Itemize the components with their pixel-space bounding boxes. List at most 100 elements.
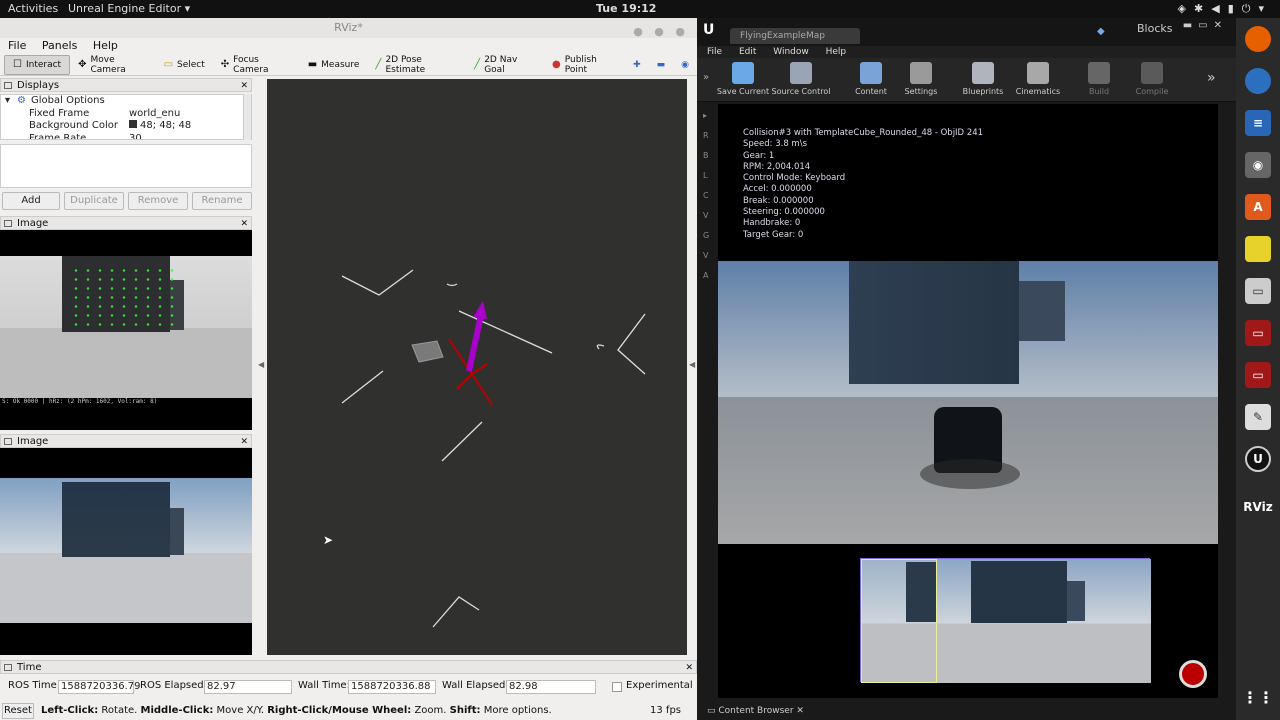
displays-tree[interactable]: ▾ ⚙ Global Options Fixed Frame world_enu … xyxy=(0,94,252,140)
panel-float-icon[interactable] xyxy=(4,438,12,445)
thunderbird-icon[interactable] xyxy=(1245,68,1271,94)
rviz-window-buttons[interactable]: ● ● ● xyxy=(633,22,689,42)
save-current-button[interactable]: Save Current xyxy=(713,60,773,100)
level-tab[interactable]: FlyingExampleMap xyxy=(730,28,860,44)
panel-float-icon[interactable] xyxy=(4,220,12,227)
close-icon[interactable]: ✕ xyxy=(240,435,248,449)
battery-icon: ▮ xyxy=(1227,2,1242,15)
image-view-1: S: Ok 0000 | hRz: (2 hPm: 1602, Vol:ram:… xyxy=(0,230,252,430)
ros-time-field[interactable]: 1588720336.79 xyxy=(58,680,141,694)
focus-camera-tool[interactable]: ✣ Focus Camera xyxy=(213,55,300,75)
tree-row-global-options[interactable]: ▾ ⚙ Global Options xyxy=(1,95,251,108)
activities-button[interactable]: Activities xyxy=(8,2,58,15)
focus-camera-icon: ✣ xyxy=(220,59,230,70)
game-scene xyxy=(718,261,1218,544)
files-icon[interactable]: ▭ xyxy=(1245,278,1271,304)
terminal-icon[interactable]: ▭ xyxy=(1245,320,1271,346)
nav-goal-tool[interactable]: ╱ 2D Nav Goal xyxy=(466,55,544,75)
show-applications-icon[interactable]: ⋮⋮ xyxy=(1242,684,1274,710)
pose-estimate-icon: ╱ xyxy=(375,59,382,70)
pose-estimate-tool[interactable]: ╱ 2D Pose Estimate xyxy=(367,55,466,75)
ue-play-viewport[interactable]: Collision#3 with TemplateCube_Rounded_48… xyxy=(718,104,1218,698)
writer-icon[interactable]: ≡ xyxy=(1245,110,1271,136)
app-menu[interactable]: Unreal Engine Editor ▾ xyxy=(68,2,190,15)
close-icon[interactable]: ✕ xyxy=(240,217,248,231)
subwindow-camera-views xyxy=(860,558,1151,683)
content-browser-tab[interactable]: ▭ Content Browser ✕ xyxy=(707,702,804,720)
panel-float-icon[interactable] xyxy=(4,664,12,671)
build-button[interactable]: Build xyxy=(1069,60,1129,100)
modes-expand-icon[interactable]: » xyxy=(703,72,709,83)
content-browser-icon: ▭ xyxy=(707,706,716,716)
tree-row-background-color[interactable]: Background Color 48; 48; 48 xyxy=(1,120,251,133)
right-splitter-handle[interactable]: ◀ xyxy=(689,360,695,370)
ros-elapsed-field[interactable]: 82.97 xyxy=(204,680,292,694)
system-top-bar: Activities Unreal Engine Editor ▾ Tue 19… xyxy=(0,0,1280,18)
wall-elapsed-field[interactable]: 82.98 xyxy=(506,680,596,694)
close-icon[interactable]: ✕ xyxy=(685,661,693,675)
duplicate-display-button[interactable]: Duplicate xyxy=(64,192,124,210)
system-tray[interactable]: ◈✱◀▮⏻▾ xyxy=(1178,2,1272,16)
terminal-icon[interactable]: ▭ xyxy=(1245,362,1271,388)
speaker-icon[interactable]: ◉ xyxy=(1245,152,1271,178)
menu-help[interactable]: Help xyxy=(93,39,118,52)
notes-icon[interactable] xyxy=(1245,236,1271,262)
rviz-3d-viewport[interactable]: ➤ xyxy=(267,79,687,655)
source-control-status-icon[interactable]: ◆ xyxy=(1097,26,1105,37)
rename-display-button[interactable]: Rename xyxy=(192,192,252,210)
add-display-button[interactable]: Add xyxy=(2,192,60,210)
expand-arrow-icon[interactable]: ▾ xyxy=(5,95,10,108)
options-icon: ◉ xyxy=(681,59,690,70)
background-color-value[interactable]: 48; 48; 48 xyxy=(129,120,191,133)
left-splitter-handle[interactable]: ◀ xyxy=(258,360,264,370)
clock[interactable]: Tue 19:12 xyxy=(596,2,656,15)
close-icon[interactable]: ✕ xyxy=(240,79,248,93)
rviz-icon[interactable]: RViz xyxy=(1243,494,1272,520)
ue-left-sidebar[interactable]: ▸ R B L C V G V A xyxy=(703,106,717,286)
tree-row-fixed-frame[interactable]: Fixed Frame world_enu xyxy=(1,108,251,121)
ue-menu-help[interactable]: Help xyxy=(826,47,847,57)
add-tool-button[interactable]: ✚ xyxy=(625,55,649,75)
record-button[interactable] xyxy=(1179,660,1207,688)
ue-menu-file[interactable]: File xyxy=(707,47,722,57)
move-camera-tool[interactable]: ✥ Move Camera xyxy=(70,55,155,75)
tray-menu-icon: ▾ xyxy=(1258,2,1272,15)
menu-file[interactable]: File xyxy=(8,39,26,52)
remove-tool-button[interactable]: ▬ xyxy=(649,55,674,75)
menu-panels[interactable]: Panels xyxy=(42,39,77,52)
select-tool[interactable]: ▭ Select xyxy=(156,55,213,75)
hud-line: Control Mode: Keyboard xyxy=(743,173,846,184)
ue-menu-window[interactable]: Window xyxy=(773,47,809,57)
experimental-checkbox[interactable] xyxy=(612,682,622,692)
compile-button[interactable]: Compile xyxy=(1122,60,1182,100)
settings-button[interactable]: Settings xyxy=(891,60,951,100)
select-icon: ▭ xyxy=(163,59,174,70)
panel-float-icon[interactable] xyxy=(4,82,12,89)
text-editor-icon[interactable]: ✎ xyxy=(1245,404,1271,430)
wall-time-field[interactable]: 1588720336.88 xyxy=(348,680,436,694)
interact-tool[interactable]: ☐ Interact xyxy=(4,54,71,75)
software-center-icon[interactable]: A xyxy=(1245,194,1271,220)
blueprints-button[interactable]: Blueprints xyxy=(953,60,1013,100)
status-hint: Left-Click: Rotate. Middle-Click: Move X… xyxy=(41,705,552,716)
displays-scrollbar[interactable] xyxy=(243,94,251,140)
firefox-icon[interactable] xyxy=(1245,26,1271,52)
source-control-button[interactable]: Source Control xyxy=(771,60,831,100)
ue-window-buttons[interactable]: ▬▭✕ xyxy=(1183,20,1228,31)
ue-menubar: File Edit Window Help xyxy=(697,46,1236,58)
reset-button[interactable]: Reset xyxy=(2,703,34,719)
cinematics-button[interactable]: Cinematics xyxy=(1008,60,1068,100)
hud-line: Break: 0.000000 xyxy=(743,195,814,206)
unreal-engine-icon[interactable]: U xyxy=(1245,446,1271,472)
settings-icon xyxy=(910,62,932,84)
toolbar-overflow-icon[interactable]: » xyxy=(1207,70,1216,86)
pose-arrow xyxy=(466,314,484,372)
tool-options-button[interactable]: ◉ xyxy=(673,55,697,75)
tree-row-frame-rate[interactable]: Frame Rate 30 xyxy=(1,133,251,140)
fixed-frame-value[interactable]: world_enu xyxy=(129,108,180,121)
publish-point-tool[interactable]: ● Publish Point xyxy=(544,55,625,75)
measure-tool[interactable]: ▬ Measure xyxy=(300,55,368,75)
remove-display-button[interactable]: Remove xyxy=(128,192,188,210)
ue-menu-edit[interactable]: Edit xyxy=(739,47,756,57)
network-icon: ◈ xyxy=(1177,2,1195,15)
